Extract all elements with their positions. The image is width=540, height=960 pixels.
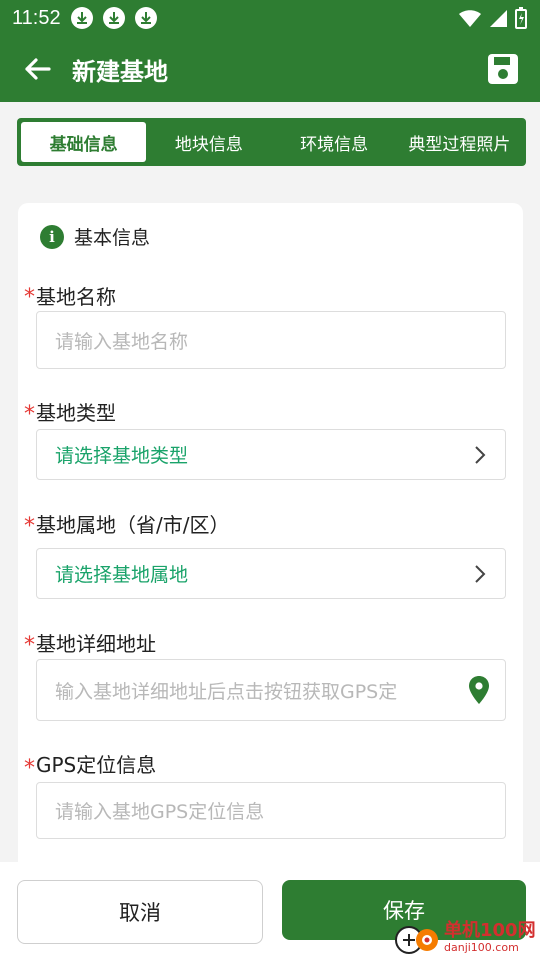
back-arrow-icon[interactable]: [22, 54, 52, 84]
signal-icon: [490, 10, 507, 27]
app-bar: 新建基地: [0, 36, 540, 102]
download-notification-icon: [102, 7, 125, 29]
base-address-input[interactable]: 输入基地详细地址后点击按钮获取GPS定: [36, 659, 506, 721]
base-type-select[interactable]: 请选择基地类型: [36, 429, 506, 480]
base-address-placeholder: 输入基地详细地址后点击按钮获取GPS定: [55, 680, 398, 703]
section-title: 基本信息: [74, 227, 151, 249]
page-title: 新建基地: [72, 57, 168, 86]
download-notification-icon: [134, 7, 157, 29]
required-mark: *: [24, 514, 35, 539]
base-name-label: 基地名称: [36, 285, 116, 309]
basic-info-card: i 基本信息 * 基地名称 请输入基地名称 * 基地类型 请选择基地类型 * 基…: [18, 203, 523, 883]
tab-environment-info[interactable]: 环境信息: [272, 122, 397, 162]
required-mark: *: [24, 402, 35, 427]
watermark-name: 单机100网: [444, 920, 536, 941]
gps-info-input[interactable]: 请输入基地GPS定位信息: [36, 782, 506, 839]
chevron-right-icon: [475, 445, 486, 464]
cancel-button[interactable]: 取消: [17, 880, 263, 944]
status-bar: 11:52: [0, 0, 540, 36]
chevron-right-icon: [475, 564, 486, 583]
base-region-label: 基地属地（省/市/区）: [36, 513, 230, 537]
wifi-icon: [459, 10, 481, 27]
tab-plot-info[interactable]: 地块信息: [146, 122, 271, 162]
tab-process-photos[interactable]: 典型过程照片: [397, 122, 522, 162]
gps-info-label: GPS定位信息: [36, 753, 157, 777]
base-name-placeholder: 请输入基地名称: [55, 330, 189, 353]
info-icon: i: [40, 224, 64, 249]
watermark-url: danji100.com: [444, 941, 519, 954]
save-icon[interactable]: [486, 52, 520, 86]
download-notification-icon: [70, 7, 93, 29]
base-type-value: 请选择基地类型: [55, 445, 189, 467]
base-region-select[interactable]: 请选择基地属地: [36, 548, 506, 599]
location-pin-icon[interactable]: [467, 675, 491, 705]
required-mark: *: [24, 633, 35, 658]
battery-icon: [515, 7, 527, 29]
gps-info-placeholder: 请输入基地GPS定位信息: [55, 801, 265, 823]
required-mark: *: [24, 285, 35, 310]
base-name-input[interactable]: 请输入基地名称: [36, 311, 506, 369]
tab-basic-info[interactable]: 基础信息: [21, 122, 147, 162]
base-address-label: 基地详细地址: [36, 632, 156, 656]
watermark-logo-icon: [394, 918, 440, 958]
tab-bar: 基础信息 地块信息 环境信息 典型过程照片: [17, 118, 526, 166]
base-type-label: 基地类型: [36, 401, 116, 425]
base-region-value: 请选择基地属地: [55, 564, 189, 586]
status-time: 11:52: [12, 6, 61, 29]
section-header: i 基本信息: [40, 223, 150, 250]
site-watermark: 单机100网 danji100.com: [394, 916, 540, 960]
required-mark: *: [24, 756, 35, 781]
